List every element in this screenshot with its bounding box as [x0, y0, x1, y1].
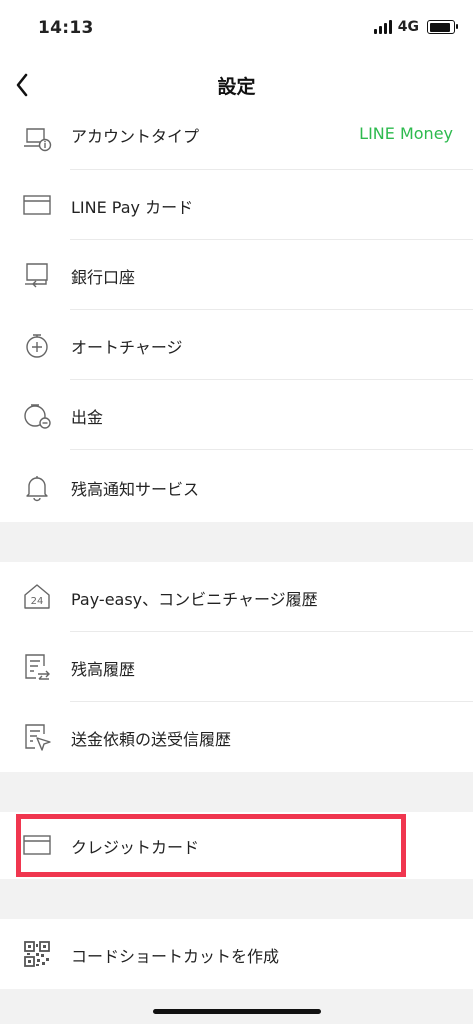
row-label: コードショートカットを作成: [71, 947, 280, 966]
row-transfer-request-history[interactable]: 送金依頼の送受信履歴: [0, 702, 473, 772]
row-auto-charge[interactable]: オートチャージ: [0, 310, 473, 380]
row-account-type[interactable]: アカウントタイプ LINE Money: [0, 110, 473, 170]
status-indicators: 4G: [373, 19, 458, 35]
account-type-value: LINE Money: [359, 124, 453, 143]
section-gap: [0, 772, 473, 812]
row-label: 送金依頼の送受信履歴: [71, 730, 232, 749]
row-label: アカウントタイプ: [71, 127, 200, 146]
account-info-icon: [24, 128, 52, 152]
bank-account-icon: [25, 263, 48, 288]
row-credit-card[interactable]: クレジットカード: [0, 812, 473, 879]
signal-icon: [373, 20, 392, 34]
history-icon: [25, 654, 50, 680]
svg-text:24: 24: [31, 596, 44, 607]
home-indicator[interactable]: [153, 1009, 321, 1014]
row-bank-account[interactable]: 銀行口座: [0, 240, 473, 310]
credit-card-icon: [23, 835, 51, 855]
nav-bar: 設定: [0, 60, 473, 111]
row-label: 銀行口座: [71, 268, 136, 287]
row-label: オートチャージ: [71, 338, 183, 357]
row-balance-history[interactable]: 残高履歴: [0, 632, 473, 702]
row-label: LINE Pay カード: [71, 198, 194, 217]
row-line-pay-card[interactable]: LINE Pay カード: [0, 170, 473, 240]
status-time: 14:13: [38, 18, 94, 38]
transfer-history-icon: [25, 724, 51, 751]
auto-charge-icon: [26, 334, 48, 358]
page-title: 設定: [217, 76, 256, 98]
network-type: 4G: [397, 19, 419, 35]
battery-icon: [427, 20, 458, 34]
status-bar: 14:13 4G: [0, 0, 473, 60]
bell-icon: [26, 476, 48, 502]
card-icon: [23, 195, 51, 215]
row-label: クレジットカード: [71, 838, 200, 857]
row-label: 残高通知サービス: [71, 480, 200, 499]
row-label: 残高履歴: [71, 660, 136, 679]
row-payeasy-history[interactable]: 24 Pay-easy、コンビニチャージ履歴: [0, 562, 473, 632]
row-label: Pay-easy、コンビニチャージ履歴: [71, 590, 318, 609]
section-gap: [0, 522, 473, 562]
qr-code-icon: [24, 941, 50, 967]
store-24-icon: 24: [24, 584, 50, 609]
row-withdraw[interactable]: 出金: [0, 380, 473, 450]
section-gap: [0, 989, 473, 1024]
row-balance-notification[interactable]: 残高通知サービス: [0, 450, 473, 522]
row-label: 出金: [71, 408, 104, 427]
withdraw-icon: [24, 404, 51, 429]
row-code-shortcut[interactable]: コードショートカットを作成: [0, 919, 473, 989]
section-gap: [0, 879, 473, 919]
